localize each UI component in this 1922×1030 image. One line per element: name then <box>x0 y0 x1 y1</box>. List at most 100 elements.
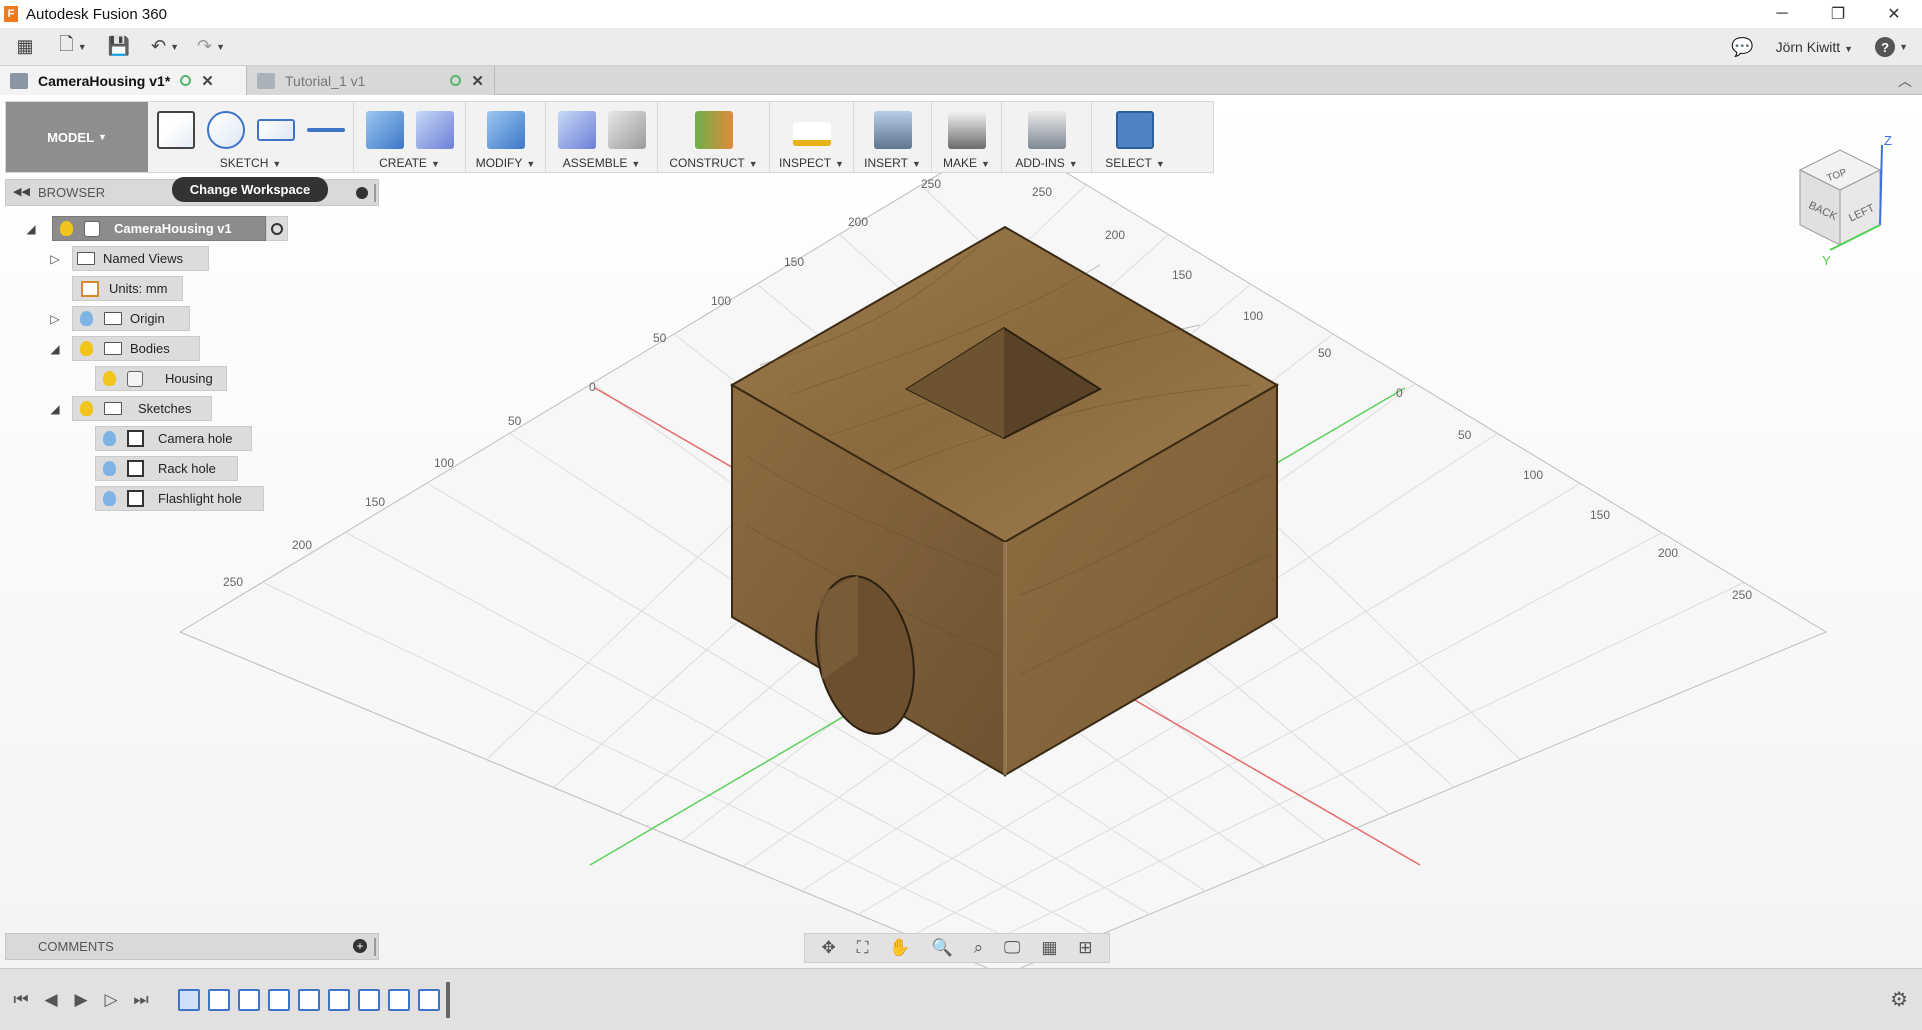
origin-node[interactable]: Origin <box>72 306 190 331</box>
visibility-bulb-icon[interactable] <box>80 341 93 356</box>
collapse-browser-icon[interactable]: ◀◀ <box>13 185 30 198</box>
add-comment-icon[interactable]: + <box>353 939 367 953</box>
tree-row-root[interactable]: ◢ CameraHousing v1 <box>22 216 288 241</box>
measure-icon[interactable] <box>792 122 831 146</box>
viewcube[interactable]: TOP BACK LEFT Z Y <box>1798 133 1892 268</box>
visibility-bulb-icon[interactable] <box>103 371 116 386</box>
close-tab-icon[interactable]: ✕ <box>201 72 214 90</box>
restore-button[interactable]: ❐ <box>1810 0 1866 28</box>
panel-handle-icon[interactable] <box>374 184 376 202</box>
3d-print-icon[interactable] <box>947 111 986 149</box>
pan-hand-icon[interactable]: ✋ <box>889 938 910 958</box>
flashlight-hole-sketch-node[interactable]: Flashlight hole <box>95 486 264 511</box>
modify-group[interactable]: MODIFY ▼ <box>466 102 546 172</box>
insert-image-icon[interactable] <box>873 111 912 149</box>
tree-row-bodies[interactable]: ◢ Bodies <box>46 336 200 361</box>
viewport-canvas[interactable]: 250 200 150 100 50 0 50 100 150 200 250 … <box>0 95 1922 968</box>
timeline-sketch-feature-icon[interactable] <box>208 988 230 1011</box>
collapsed-triangle-icon[interactable]: ▷ <box>46 246 64 271</box>
press-pull-icon[interactable] <box>486 111 525 149</box>
housing-body-node[interactable]: Housing <box>95 366 227 391</box>
chevron-up-icon[interactable]: ︿ <box>1898 71 1912 91</box>
orbit-icon[interactable]: ✥ <box>821 938 835 958</box>
save-icon[interactable]: 💾 <box>96 32 142 62</box>
step-forward-icon[interactable]: ▷ <box>96 990 126 1010</box>
tree-row-housing[interactable]: Housing <box>95 366 227 391</box>
fit-icon[interactable]: ⌕ <box>974 938 984 958</box>
units-node[interactable]: Units: mm <box>72 276 183 301</box>
line-icon[interactable] <box>306 128 345 132</box>
tree-row-camera-hole[interactable]: Camera hole <box>95 426 252 451</box>
root-component-node[interactable]: CameraHousing v1 <box>52 216 266 241</box>
sketch-group[interactable]: SKETCH ▼ <box>148 102 354 172</box>
tree-row-units[interactable]: Units: mm <box>72 276 183 301</box>
scripts-addins-icon[interactable] <box>1027 111 1066 149</box>
visibility-bulb-icon[interactable] <box>80 401 93 416</box>
rack-hole-sketch-node[interactable]: Rack hole <box>95 456 238 481</box>
timeline-sketch-feature-icon[interactable] <box>328 988 350 1011</box>
minimize-panel-icon[interactable] <box>356 187 368 199</box>
timeline-extrude-feature-icon[interactable] <box>238 988 260 1011</box>
tree-row-origin[interactable]: ▷ Origin <box>46 306 190 331</box>
tree-row-named-views[interactable]: ▷ Named Views <box>46 246 209 271</box>
named-views-node[interactable]: Named Views <box>72 246 209 271</box>
play-icon[interactable]: ▶ <box>66 990 96 1010</box>
timeline-sketch-feature-icon[interactable] <box>268 988 290 1011</box>
timeline-marker[interactable] <box>446 981 450 1018</box>
select-icon[interactable] <box>1116 111 1154 149</box>
construct-group[interactable]: CONSTRUCT ▼ <box>658 102 770 172</box>
tab-camerahousing[interactable]: CameraHousing v1* ✕ <box>0 66 247 95</box>
file-menu-icon[interactable]: 🗋 ▼ <box>50 32 96 62</box>
rectangle-icon[interactable] <box>256 119 295 141</box>
visibility-bulb-icon[interactable] <box>103 461 116 476</box>
addins-group[interactable]: ADD-INS ▼ <box>1002 102 1092 172</box>
undo-icon[interactable]: ↶ ▼ <box>142 32 188 62</box>
visibility-bulb-icon[interactable] <box>80 311 93 326</box>
zoom-icon[interactable]: 🔍 <box>932 938 953 958</box>
tab-tutorial[interactable]: Tutorial_1 v1 ✕ <box>247 66 495 95</box>
gear-icon[interactable]: ⚙ <box>1890 987 1908 1012</box>
inspect-group[interactable]: INSPECT ▼ <box>770 102 854 172</box>
assemble-group[interactable]: ASSEMBLE ▼ <box>546 102 658 172</box>
go-to-end-icon[interactable]: ⏭ <box>126 990 156 1010</box>
help-menu[interactable]: ? ▼ <box>1875 37 1908 57</box>
close-button[interactable]: ✕ <box>1866 0 1922 28</box>
go-to-start-icon[interactable]: ⏮ <box>6 990 36 1010</box>
insert-group[interactable]: INSERT ▼ <box>854 102 932 172</box>
select-group[interactable]: SELECT ▼ <box>1092 102 1178 172</box>
close-tab-icon[interactable]: ✕ <box>471 72 484 90</box>
minimize-button[interactable]: ─ <box>1754 0 1810 28</box>
visibility-bulb-icon[interactable] <box>103 491 116 506</box>
job-status-icon[interactable]: 💬 <box>1731 32 1753 62</box>
expanded-triangle-icon[interactable]: ◢ <box>46 396 64 421</box>
create-sketch-icon[interactable] <box>156 111 195 149</box>
joint-icon[interactable] <box>607 111 646 149</box>
timeline-fillet-feature-icon[interactable] <box>418 988 440 1011</box>
timeline-body-feature-icon[interactable] <box>178 988 200 1011</box>
make-group[interactable]: MAKE ▼ <box>932 102 1002 172</box>
expanded-triangle-icon[interactable]: ◢ <box>46 336 64 361</box>
panel-handle-icon[interactable] <box>374 938 376 956</box>
tree-row-flashlight-hole[interactable]: Flashlight hole <box>95 486 264 511</box>
camera-hole-sketch-node[interactable]: Camera hole <box>95 426 252 451</box>
display-settings-icon[interactable]: 🖵 <box>1004 938 1020 958</box>
timeline-sketch-feature-icon[interactable] <box>388 988 410 1011</box>
collapsed-triangle-icon[interactable]: ▷ <box>46 306 64 331</box>
new-component-icon[interactable] <box>557 111 596 149</box>
sketches-node[interactable]: Sketches <box>72 396 212 421</box>
visibility-bulb-icon[interactable] <box>60 221 73 236</box>
bodies-node[interactable]: Bodies <box>72 336 200 361</box>
timeline-extrude-feature-icon[interactable] <box>298 988 320 1011</box>
timeline-extrude-feature-icon[interactable] <box>358 988 380 1011</box>
create-form-icon[interactable] <box>415 111 454 149</box>
data-panel-grid-icon[interactable]: ▦ <box>0 32 50 62</box>
tree-row-rack-hole[interactable]: Rack hole <box>95 456 238 481</box>
expanded-triangle-icon[interactable]: ◢ <box>22 216 40 241</box>
user-menu[interactable]: Jörn Kiwitt ▼ <box>1776 39 1854 55</box>
viewports-icon[interactable]: ⊞ <box>1078 938 1092 958</box>
tree-row-sketches[interactable]: ◢ Sketches <box>46 396 212 421</box>
activate-component-icon[interactable] <box>266 216 288 241</box>
visibility-bulb-icon[interactable] <box>103 431 116 446</box>
redo-icon[interactable]: ↷ ▼ <box>188 32 234 62</box>
workspace-switcher[interactable]: MODEL ▼ <box>6 102 148 172</box>
